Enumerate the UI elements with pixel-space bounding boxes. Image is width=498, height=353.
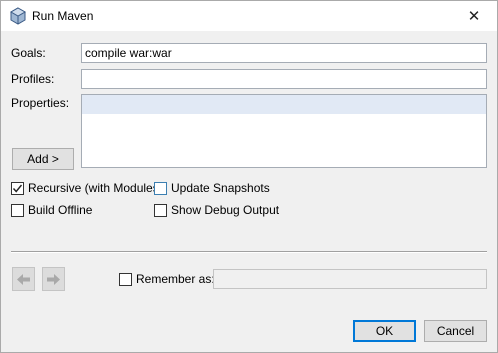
show-debug-label: Show Debug Output xyxy=(171,203,280,217)
remember-as-option[interactable]: Remember as: xyxy=(119,272,215,286)
run-maven-dialog: Run Maven ✕ Goals: compile war:war Profi… xyxy=(0,0,498,353)
history-back-button[interactable] xyxy=(12,267,35,291)
show-debug-checkbox[interactable] xyxy=(154,203,167,217)
ok-button[interactable]: OK xyxy=(353,320,416,342)
properties-label: Properties: xyxy=(11,96,70,110)
update-snapshots-checkbox[interactable] xyxy=(154,181,167,195)
remember-as-input[interactable] xyxy=(213,269,487,289)
window-title: Run Maven xyxy=(32,9,94,23)
recursive-label: Recursive (with Modules) xyxy=(28,181,163,195)
build-offline-option[interactable]: Build Offline xyxy=(11,203,92,217)
remember-as-label: Remember as: xyxy=(136,272,215,286)
recursive-option[interactable]: Recursive (with Modules) xyxy=(11,181,163,195)
close-button[interactable]: ✕ xyxy=(451,1,497,31)
remember-as-checkbox[interactable] xyxy=(119,272,132,286)
properties-current-line xyxy=(82,95,486,114)
goals-label: Goals: xyxy=(11,46,46,60)
profiles-input[interactable] xyxy=(81,69,487,89)
update-snapshots-option[interactable]: Update Snapshots xyxy=(154,181,270,195)
cancel-button[interactable]: Cancel xyxy=(424,320,487,342)
build-offline-label: Build Offline xyxy=(28,203,93,217)
show-debug-option[interactable]: Show Debug Output xyxy=(154,203,279,217)
update-snapshots-label: Update Snapshots xyxy=(171,181,270,195)
checkmark-icon xyxy=(12,184,23,193)
build-offline-checkbox[interactable] xyxy=(11,203,24,217)
title-bar: Run Maven ✕ xyxy=(1,1,497,31)
arrow-left-icon xyxy=(17,273,30,285)
profiles-label: Profiles: xyxy=(11,72,55,86)
close-icon: ✕ xyxy=(467,8,481,25)
add-property-button[interactable]: Add > xyxy=(12,148,74,170)
maven-cube-icon xyxy=(9,7,27,25)
properties-textarea[interactable] xyxy=(81,94,487,168)
recursive-checkbox[interactable] xyxy=(11,181,24,195)
history-forward-button[interactable] xyxy=(42,267,65,291)
goals-input[interactable]: compile war:war xyxy=(81,43,487,63)
separator xyxy=(11,251,487,253)
arrow-right-icon xyxy=(47,273,60,285)
